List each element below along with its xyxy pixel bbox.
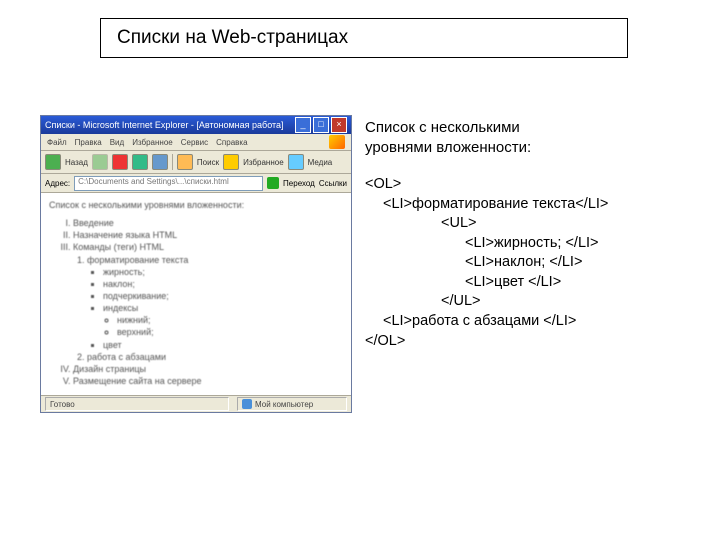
forward-icon[interactable] (92, 154, 108, 170)
menu-bar: Файл Правка Вид Избранное Сервис Справка (41, 134, 351, 151)
toolbar: Назад Поиск Избранное Медиа (41, 151, 351, 174)
bullet-sublist: нижний; верхний; (117, 314, 343, 338)
address-bar: Адрес: C:\Documents and Settings\...\спи… (41, 174, 351, 193)
page-heading: Список с несколькими уровнями вложенност… (49, 199, 343, 211)
address-input[interactable]: C:\Documents and Settings\...\списки.htm… (74, 176, 263, 191)
code-line: <UL> (441, 215, 476, 231)
status-zone: Мой компьютер (237, 397, 347, 411)
code-block: <OL> <LI>форматирование текста</LI> <UL>… (365, 175, 685, 351)
list-item: Размещение сайта на сервере (73, 375, 343, 387)
browser-titlebar: Списки - Microsoft Internet Explorer - [… (41, 116, 351, 134)
code-line: <LI>работа с абзацами </LI> (383, 313, 576, 329)
close-icon[interactable]: × (331, 117, 347, 133)
menu-tools[interactable]: Сервис (181, 138, 208, 147)
go-label[interactable]: Переход (283, 179, 315, 188)
home-icon[interactable] (152, 154, 168, 170)
code-line: <OL> (365, 176, 401, 192)
right-column: Список с несколькими уровнями вложенност… (365, 118, 685, 351)
code-line: </UL> (441, 293, 481, 309)
maximize-icon[interactable]: □ (313, 117, 329, 133)
bullet-list: жирность; наклон; подчеркивание; индексы… (103, 266, 343, 351)
slide-title-bar: Списки на Web-страницах (100, 18, 628, 58)
stop-icon[interactable] (112, 154, 128, 170)
list-item: жирность; (103, 266, 343, 278)
menu-edit[interactable]: Правка (75, 138, 102, 147)
address-label: Адрес: (45, 179, 70, 188)
code-line: <LI>жирность; </LI> (465, 235, 599, 251)
minimize-icon[interactable]: _ (295, 117, 311, 133)
search-label[interactable]: Поиск (197, 158, 219, 167)
go-icon[interactable] (267, 177, 279, 189)
heading-line2: уровнями вложенности: (365, 139, 531, 156)
list-item: нижний; (117, 314, 343, 326)
list-item: наклон; (103, 278, 343, 290)
menu-file[interactable]: Файл (47, 138, 67, 147)
menu-favorites[interactable]: Избранное (132, 138, 173, 147)
list-item: цвет (103, 339, 343, 351)
code-line: <LI>наклон; </LI> (465, 254, 582, 270)
list-item: работа с абзацами (87, 351, 343, 363)
status-bar: Готово Мой компьютер (41, 395, 351, 412)
list-item: подчеркивание; (103, 290, 343, 302)
list-item: Назначение языка HTML (73, 229, 343, 241)
code-line: </OL> (365, 333, 405, 349)
media-label[interactable]: Медиа (308, 158, 333, 167)
list-item: верхний; (117, 326, 343, 338)
media-icon[interactable] (288, 154, 304, 170)
links-label[interactable]: Ссылки (319, 179, 347, 188)
refresh-icon[interactable] (132, 154, 148, 170)
favorites-icon[interactable] (223, 154, 239, 170)
sub-list: форматирование текста жирность; наклон; … (87, 254, 343, 363)
page-content: Список с несколькими уровнями вложенност… (41, 193, 351, 395)
right-heading: Список с несколькими уровнями вложенност… (365, 118, 685, 157)
list-item: форматирование текста жирность; наклон; … (87, 254, 343, 351)
slide-title: Списки на Web-страницах (117, 27, 348, 49)
code-line: <LI>цвет </LI> (465, 274, 561, 290)
back-label[interactable]: Назад (65, 158, 88, 167)
menu-view[interactable]: Вид (110, 138, 124, 147)
window-title: Списки - Microsoft Internet Explorer - [… (45, 120, 293, 130)
search-icon[interactable] (177, 154, 193, 170)
favorites-label[interactable]: Избранное (243, 158, 284, 167)
heading-line1: Список с несколькими (365, 119, 520, 136)
status-done: Готово (45, 397, 229, 411)
ie-logo-icon (329, 135, 345, 149)
list-item: индексы нижний; верхний; (103, 302, 343, 338)
outer-list: Введение Назначение языка HTML Команды (… (73, 217, 343, 387)
list-item: Команды (теги) HTML форматирование текст… (73, 241, 343, 362)
code-line: <LI>форматирование текста</LI> (383, 196, 608, 212)
list-item: Введение (73, 217, 343, 229)
list-item: Дизайн страницы (73, 363, 343, 375)
browser-window: Списки - Microsoft Internet Explorer - [… (40, 115, 352, 413)
back-icon[interactable] (45, 154, 61, 170)
computer-icon (242, 399, 252, 409)
menu-help[interactable]: Справка (216, 138, 247, 147)
